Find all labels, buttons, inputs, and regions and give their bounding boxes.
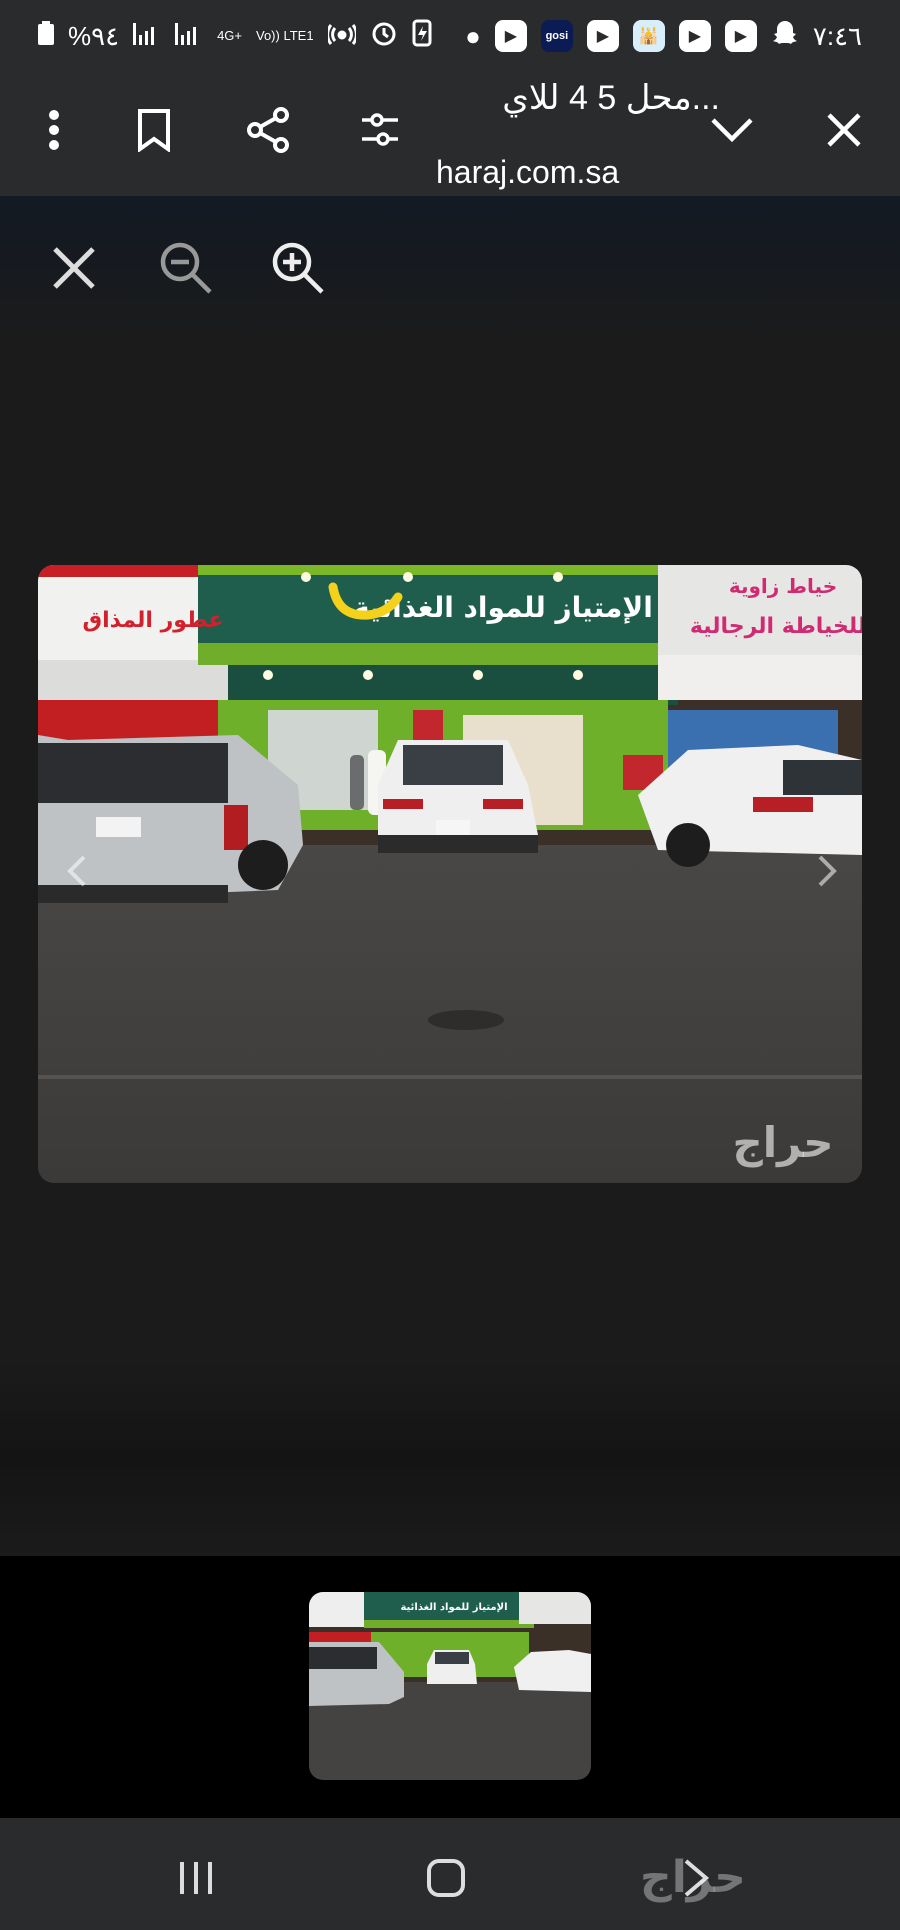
sign-left-text: عطور المذاق — [82, 608, 223, 633]
notification-dot-icon: ● — [465, 20, 481, 51]
battery-icon — [38, 20, 54, 52]
zoom-in-icon[interactable] — [268, 238, 328, 298]
clock-time: ٧:٤٦ — [812, 20, 862, 51]
play-app-icon-4: ▶ — [724, 20, 757, 52]
nav-watermark: حراج — [640, 1853, 746, 1902]
battery-saver-icon — [412, 19, 432, 54]
browser-toolbar: محل 5 4 للاي... haraj.com.sa — [0, 72, 900, 196]
play-app-icon-3: ▶ — [678, 20, 711, 52]
page-tools-icon[interactable] — [352, 102, 408, 158]
zoom-out-icon[interactable] — [156, 238, 216, 298]
more-options-icon[interactable] — [26, 102, 82, 158]
previous-image-icon[interactable] — [58, 851, 98, 891]
battery-percent: %٩٤ — [68, 20, 120, 51]
alarm-icon — [370, 19, 398, 54]
chevron-down-icon[interactable] — [704, 102, 760, 158]
close-viewer-icon[interactable] — [44, 238, 104, 298]
page-url[interactable]: haraj.com.sa — [436, 154, 619, 191]
page-title: محل 5 4 للاي... — [502, 79, 720, 117]
volte-label: Vo)) LTE1 — [256, 28, 314, 43]
viewer-background — [0, 1360, 900, 1556]
listing-photo[interactable]: عطور المذاق الإمتياز للمواد الغذائية خيا… — [38, 565, 862, 1183]
hotspot-icon — [325, 19, 358, 54]
play-app-icon: ▶ — [494, 20, 527, 52]
signal-icon-2 — [175, 21, 203, 52]
image-viewer-controls — [0, 196, 900, 336]
close-icon[interactable] — [816, 102, 872, 158]
snapchat-icon — [771, 19, 799, 54]
signal-icon — [133, 21, 161, 52]
share-icon[interactable] — [240, 102, 296, 158]
sign-right-top-text: خياط زاوية — [729, 574, 837, 598]
gosi-app-icon: gosi — [540, 20, 573, 52]
home-icon[interactable] — [416, 1848, 476, 1908]
photo-watermark: حراج — [732, 1118, 833, 1168]
network-type: 4G+ — [217, 28, 242, 43]
thumbnail-image[interactable]: الإمتياز للمواد الغذائية — [309, 1592, 591, 1780]
status-bar: %٩٤ 4G+ Vo)) LTE1 ● ▶ gosi ▶ 🕌 ▶ ▶ ٧:٤٦ — [0, 0, 900, 72]
status-right: ● ▶ gosi ▶ 🕌 ▶ ▶ ٧:٤٦ — [465, 19, 862, 54]
play-app-icon-2: ▶ — [586, 20, 619, 52]
mosque-app-icon: 🕌 — [632, 20, 665, 52]
thumb-sign-text: الإمتياز للمواد الغذائية — [400, 1602, 507, 1613]
system-nav-bar — [0, 1818, 900, 1930]
next-image-icon[interactable] — [806, 851, 846, 891]
bookmark-icon[interactable] — [126, 102, 182, 158]
status-left: %٩٤ 4G+ Vo)) LTE1 — [38, 19, 432, 54]
sign-right-text: للخياطة الرجالية — [690, 614, 862, 639]
recent-apps-icon[interactable] — [166, 1848, 226, 1908]
